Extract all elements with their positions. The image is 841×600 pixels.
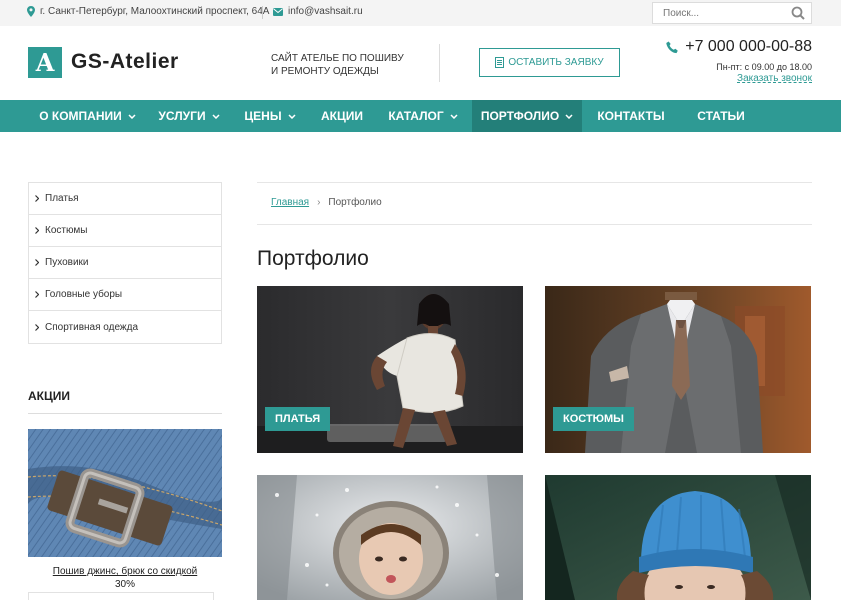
nav-item-label: ЦЕНЫ: [244, 109, 282, 123]
breadcrumb-separator: ›: [317, 197, 321, 208]
search-input[interactable]: [653, 3, 783, 24]
card-label-suits[interactable]: КОСТЮМЫ: [553, 407, 634, 431]
envelope-icon: [273, 7, 283, 16]
phone-icon: [666, 41, 679, 53]
sidebar-item-suits[interactable]: Костюмы: [29, 215, 221, 247]
chevron-right-icon: [35, 323, 39, 331]
nav-item-portfolio[interactable]: ПОРТФОЛИО: [472, 100, 582, 132]
sidebar-item-down-jackets[interactable]: Пуховики: [29, 247, 221, 279]
sidebar-item-hats[interactable]: Головные уборы: [29, 279, 221, 311]
chevron-down-icon: [288, 113, 296, 119]
working-hours: Пн-пт: с 09.00 до 18.00: [716, 62, 812, 72]
sidebar-item-label: Головные уборы: [45, 289, 123, 300]
sidebar-item-label: Костюмы: [45, 225, 88, 236]
order-button-label: ОСТАВИТЬ ЗАЯВКУ: [508, 57, 604, 68]
promo-image-jeans[interactable]: [28, 429, 222, 557]
nav-item-label: О КОМПАНИИ: [39, 109, 122, 123]
email-text[interactable]: info@vashsait.ru: [288, 6, 363, 17]
nav-item-about[interactable]: О КОМПАНИИ: [27, 100, 148, 132]
nav-item-label: КОНТАКТЫ: [597, 109, 665, 123]
chevron-right-icon: [35, 291, 39, 298]
address: г. Санкт-Петербург, Малоохтинский проспе…: [27, 6, 269, 17]
address-text: г. Санкт-Петербург, Малоохтинский проспе…: [40, 6, 270, 17]
sidebar-item-label: Спортивная одежда: [45, 321, 139, 333]
document-icon: [495, 57, 505, 68]
tagline-line-1: САЙТ АТЕЛЬЕ ПО ПОШИВУ: [271, 53, 404, 64]
promo-divider: [28, 413, 222, 414]
sidebar-item-dresses[interactable]: Платья: [29, 183, 221, 215]
breadcrumb-current: Портфолио: [328, 197, 382, 208]
phone[interactable]: +7 000 000-00-88: [666, 38, 812, 56]
page-title: Портфолио: [257, 247, 369, 270]
chevron-right-icon: [35, 259, 39, 266]
winter-jacket-photo: [257, 475, 523, 600]
promo-link[interactable]: Пошив джинс, брюк со скидкой: [28, 566, 222, 577]
breadcrumb: Главная › Портфолио: [271, 197, 382, 208]
header-divider: [439, 44, 440, 82]
logo-mark[interactable]: A: [28, 47, 62, 78]
chevron-right-icon: [35, 195, 39, 202]
portfolio-card-down-jackets[interactable]: [257, 475, 523, 600]
nav-item-label: АКЦИИ: [320, 109, 363, 123]
next-promo-card: [28, 592, 214, 600]
order-button[interactable]: ОСТАВИТЬ ЗАЯВКУ: [479, 48, 620, 77]
portfolio-card-dresses[interactable]: ПЛАТЬЯ: [257, 286, 523, 453]
logo-text[interactable]: GS-Atelier: [71, 50, 179, 74]
map-pin-icon: [27, 6, 35, 17]
chevron-down-icon: [212, 113, 220, 119]
portfolio-card-hats[interactable]: [545, 475, 811, 600]
breadcrumb-home-link[interactable]: Главная: [271, 197, 309, 208]
chevron-right-icon: [35, 227, 39, 234]
chevron-down-icon: [450, 113, 458, 119]
topbar-divider: [262, 6, 263, 19]
sidebar-item-sportswear[interactable]: Спортивная одежда: [29, 311, 221, 343]
nav-item-promo[interactable]: АКЦИИ: [310, 100, 374, 132]
search-box: [652, 2, 812, 24]
nav-item-prices[interactable]: ЦЕНЫ: [230, 100, 310, 132]
nav-item-label: ПОРТФОЛИО: [480, 109, 560, 123]
knit-hat-photo: [545, 475, 811, 600]
tagline-line-2: И РЕМОНТУ ОДЕЖДЫ: [271, 66, 379, 77]
breadcrumb-divider-top: [257, 182, 812, 183]
search-icon[interactable]: [791, 6, 805, 25]
chevron-down-icon: [128, 113, 136, 119]
email[interactable]: info@vashsait.ru: [273, 6, 363, 17]
phone-number[interactable]: +7 000 000-00-88: [685, 38, 812, 56]
portfolio-card-suits[interactable]: КОСТЮМЫ: [545, 286, 811, 453]
card-label-dresses[interactable]: ПЛАТЬЯ: [265, 407, 331, 431]
promo-heading: АКЦИИ: [28, 389, 71, 403]
sidebar-item-label: Пуховики: [45, 257, 89, 268]
nav-item-articles[interactable]: СТАТЬИ: [680, 100, 762, 132]
nav-item-services[interactable]: УСЛУГИ: [148, 100, 230, 132]
chevron-down-icon: [565, 113, 573, 119]
nav-item-label: УСЛУГИ: [158, 109, 206, 123]
sidebar-menu: Платья Костюмы Пуховики Головные уборы С…: [28, 182, 222, 344]
nav-item-label: КАТАЛОГ: [388, 109, 444, 123]
sidebar-item-label: Платья: [45, 193, 79, 204]
promo-discount: 30%: [114, 579, 135, 590]
breadcrumb-divider-bottom: [257, 224, 812, 225]
nav-item-contacts[interactable]: КОНТАКТЫ: [582, 100, 680, 132]
top-bar: г. Санкт-Петербург, Малоохтинский проспе…: [0, 0, 841, 26]
main-nav: О КОМПАНИИ УСЛУГИ ЦЕНЫ АКЦИИ КАТАЛОГ ПОР…: [0, 100, 841, 132]
tagline: САЙТ АТЕЛЬЕ ПО ПОШИВУ И РЕМОНТУ ОДЕЖДЫ: [271, 52, 431, 78]
nav-item-catalog[interactable]: КАТАЛОГ: [374, 100, 472, 132]
callback-link[interactable]: Заказать звонок: [737, 73, 812, 84]
nav-item-label: СТАТЬИ: [697, 109, 745, 123]
